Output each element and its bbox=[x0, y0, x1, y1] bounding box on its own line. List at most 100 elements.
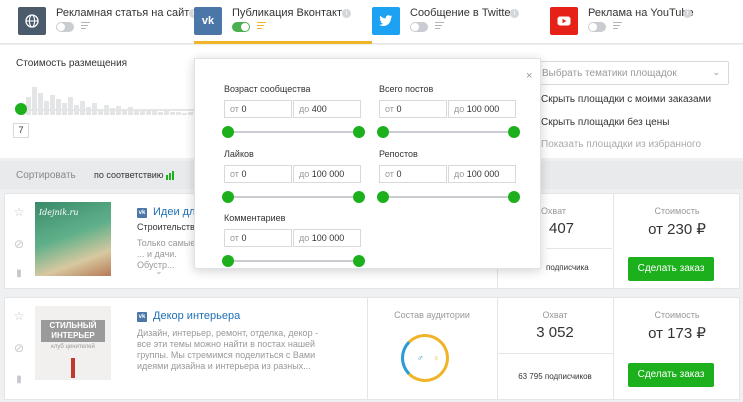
tab-toggle[interactable] bbox=[56, 22, 74, 32]
info-icon[interactable]: i bbox=[342, 9, 351, 18]
list-icon[interactable] bbox=[81, 22, 90, 31]
range-track[interactable] bbox=[383, 131, 515, 133]
platform-description: Только самые ... и дачи. Обустр... дизай… bbox=[137, 238, 196, 274]
list-icon[interactable] bbox=[435, 22, 444, 31]
vk-icon: vk bbox=[137, 312, 147, 322]
youtube-icon bbox=[550, 7, 578, 35]
thumbnail-text: СТИЛЬНЫЙ ИНТЕРЬЕР bbox=[41, 320, 105, 342]
from-input[interactable]: от 0 bbox=[379, 100, 447, 118]
price-value: от 173 ₽ bbox=[648, 325, 706, 342]
tab-label: Сообщение в Twitter bbox=[410, 7, 515, 19]
tab-toggle[interactable] bbox=[588, 22, 606, 32]
filter-label: Репостов bbox=[379, 149, 418, 159]
range-min-handle[interactable] bbox=[377, 191, 389, 203]
card-actions: ☆ ⊘ ▮ bbox=[5, 298, 33, 399]
to-input[interactable]: до 100 000 bbox=[293, 229, 361, 247]
audience-donut-chart[interactable] bbox=[401, 334, 449, 382]
from-input[interactable]: от 0 bbox=[224, 229, 292, 247]
range-max-handle[interactable] bbox=[353, 255, 365, 267]
from-input[interactable]: от 0 bbox=[224, 165, 292, 183]
list-icon[interactable] bbox=[613, 22, 622, 31]
range-min-handle[interactable] bbox=[377, 126, 389, 138]
range-track[interactable] bbox=[228, 196, 360, 198]
to-input[interactable]: до 100 000 bbox=[293, 165, 361, 183]
from-input[interactable]: от 0 bbox=[224, 100, 292, 118]
price-min-value[interactable]: 7 bbox=[13, 123, 29, 138]
range-max-handle[interactable] bbox=[353, 191, 365, 203]
divider bbox=[497, 353, 613, 354]
vk-icon: vk bbox=[137, 208, 147, 218]
range-track[interactable] bbox=[383, 196, 515, 198]
range-max-handle[interactable] bbox=[353, 126, 365, 138]
tab-toggle[interactable] bbox=[232, 22, 250, 32]
to-input[interactable]: до 100 000 bbox=[448, 165, 516, 183]
audience-label: Состав аудитории bbox=[394, 310, 470, 320]
reach-label: Охват bbox=[542, 310, 568, 320]
female-icon: ♀ bbox=[433, 353, 440, 363]
info-icon[interactable]: i bbox=[510, 9, 519, 18]
platform-title[interactable]: Идеи дл bbox=[153, 206, 195, 218]
cost-label: Стоимость bbox=[654, 206, 700, 216]
thumbnail-text: Idejnik.ru bbox=[39, 208, 79, 217]
platform-thumbnail[interactable]: СТИЛЬНЫЙ ИНТЕРЬЕР клуб ценителей bbox=[35, 306, 111, 380]
tab-website-article[interactable]: Рекламная статья на сайте i bbox=[18, 6, 198, 44]
range-max-handle[interactable] bbox=[508, 126, 520, 138]
active-tab-indicator bbox=[194, 41, 372, 44]
range-track[interactable] bbox=[228, 131, 360, 133]
price-value: от 230 ₽ bbox=[648, 221, 706, 238]
filter-label: Возраст сообщества bbox=[224, 84, 311, 94]
reach-value: 407 bbox=[549, 220, 575, 237]
order-button[interactable]: Сделать заказ bbox=[628, 257, 714, 281]
tab-label: Рекламная статья на сайте bbox=[56, 7, 196, 19]
close-icon[interactable]: × bbox=[526, 70, 532, 82]
range-min-handle[interactable] bbox=[222, 191, 234, 203]
tab-twitter[interactable]: Сообщение в Twitter i bbox=[372, 6, 542, 44]
star-icon[interactable]: ☆ bbox=[13, 310, 25, 322]
option-hide-no-price[interactable]: Скрыть площадки без цены bbox=[541, 117, 669, 128]
sort-select[interactable]: по соответствию bbox=[94, 170, 164, 180]
price-slider-handle[interactable] bbox=[15, 103, 27, 115]
option-hide-ordered[interactable]: Скрыть площадки с моими заказами bbox=[541, 94, 711, 105]
info-icon[interactable]: i bbox=[683, 9, 692, 18]
thumbnail-subtext: клуб ценителей bbox=[51, 344, 95, 350]
theme-select-placeholder: Выбрать тематики площадок bbox=[542, 68, 677, 79]
option-show-favorites[interactable]: Показать площадки из избранного bbox=[541, 139, 701, 150]
price-slider-track[interactable] bbox=[20, 109, 200, 111]
block-icon[interactable]: ⊘ bbox=[13, 238, 25, 250]
filter-label: Всего постов bbox=[379, 84, 434, 94]
tab-vkontakte[interactable]: vk Публикация Вконтакте i bbox=[194, 6, 364, 44]
block-icon[interactable]: ⊘ bbox=[13, 342, 25, 354]
stats-icon[interactable]: ▮ bbox=[13, 374, 25, 386]
range-min-handle[interactable] bbox=[222, 255, 234, 267]
range-track[interactable] bbox=[228, 260, 360, 262]
platform-card: ☆ ⊘ ▮ СТИЛЬНЫЙ ИНТЕРЬЕР клуб ценителей v… bbox=[4, 297, 740, 400]
male-icon: ♂ bbox=[417, 353, 424, 363]
reach-label: Охват bbox=[541, 206, 567, 216]
chevron-down-icon: ⌄ bbox=[712, 67, 720, 77]
sort-order-icon[interactable] bbox=[166, 171, 176, 180]
range-max-handle[interactable] bbox=[508, 191, 520, 203]
filter-label: Лайков bbox=[224, 149, 254, 159]
subscribers-count: подписчика bbox=[546, 263, 589, 272]
subscribers-count: 63 795 подписчиков bbox=[518, 372, 592, 381]
list-icon[interactable] bbox=[257, 22, 266, 31]
sort-label: Сортировать bbox=[16, 170, 76, 181]
platform-title[interactable]: Декор интерьера bbox=[153, 310, 240, 322]
to-input[interactable]: до 100 000 bbox=[448, 100, 516, 118]
theme-select[interactable]: Выбрать тематики площадок ⌄ bbox=[533, 61, 729, 85]
stats-icon[interactable]: ▮ bbox=[13, 268, 25, 280]
tab-youtube[interactable]: Реклама на YouTube i bbox=[550, 6, 720, 44]
order-button[interactable]: Сделать заказ bbox=[628, 363, 714, 387]
community-metrics-popup: × Возраст сообщества от 0 до 400 Всего п… bbox=[194, 58, 541, 269]
cost-filter-title: Стоимость размещения bbox=[16, 58, 128, 69]
tab-toggle[interactable] bbox=[410, 22, 428, 32]
to-input[interactable]: до 400 bbox=[293, 100, 361, 118]
platform-description: Дизайн, интерьер, ремонт, отделка, декор… bbox=[137, 328, 319, 371]
card-actions: ☆ ⊘ ▮ bbox=[5, 194, 33, 288]
from-input[interactable]: от 0 bbox=[379, 165, 447, 183]
channel-tabs: Рекламная статья на сайте i vk Публикаци… bbox=[0, 0, 743, 44]
vk-icon: vk bbox=[194, 7, 222, 35]
platform-thumbnail[interactable]: Idejnik.ru bbox=[35, 202, 111, 276]
range-min-handle[interactable] bbox=[222, 126, 234, 138]
star-icon[interactable]: ☆ bbox=[13, 206, 25, 218]
